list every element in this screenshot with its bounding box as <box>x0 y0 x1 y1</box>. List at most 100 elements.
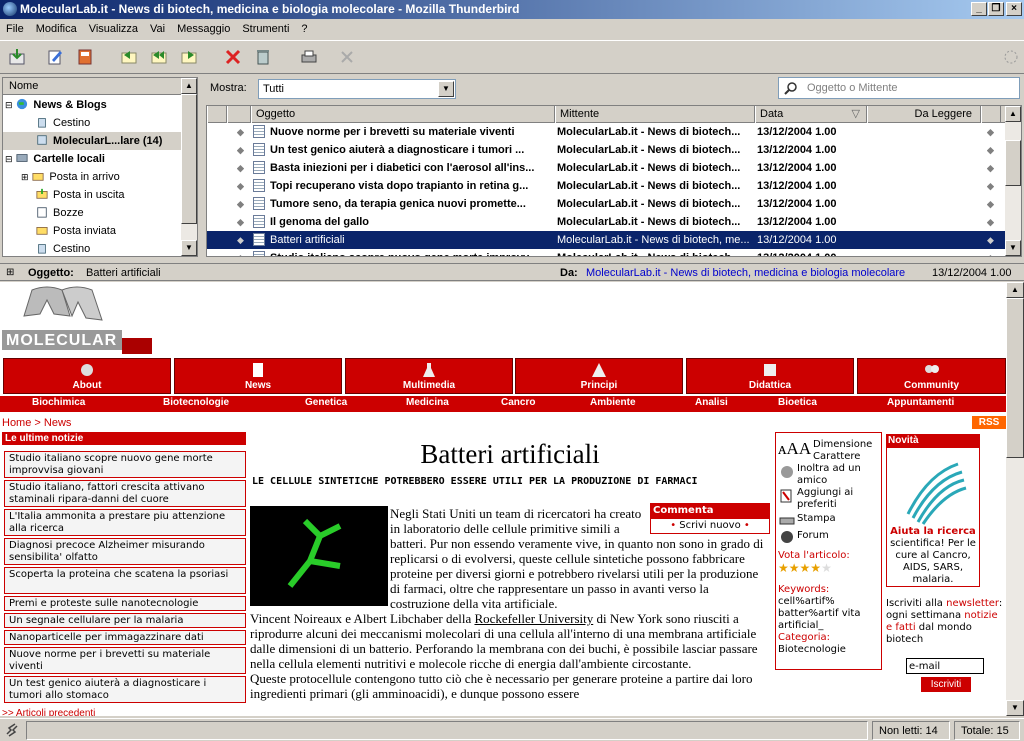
read-status-icon[interactable]: ◆ <box>237 123 244 141</box>
read-status-icon[interactable]: ◆ <box>237 249 244 256</box>
search-input[interactable]: Oggetto o Mittente <box>778 77 1020 99</box>
menu-messaggio[interactable]: Messaggio <box>171 19 236 40</box>
read-status-icon[interactable]: ◆ <box>237 159 244 177</box>
thread-row[interactable]: ◆ Topi recuperano vista dopo trapianto in… <box>207 177 1005 195</box>
cat-biochimica[interactable]: Biochimica <box>32 397 85 408</box>
latest-news-item[interactable]: Un segnale cellulare per la malaria <box>4 613 246 628</box>
thread-row[interactable]: ◆ Il genoma del gallo MolecularLab.it - Ne… <box>207 213 1005 231</box>
novita-caption[interactable]: Aiuta la ricerca <box>887 526 979 538</box>
scroll-up-button[interactable]: ▲ <box>1006 282 1024 298</box>
latest-news-item[interactable]: Studio italiano, fattori crescita attiva… <box>4 480 246 507</box>
forward-icon[interactable] <box>180 48 198 66</box>
thread-row[interactable]: ◆ Batteri artificiali MolecularLab.it - Ne… <box>207 231 1005 249</box>
cat-cancro[interactable]: Cancro <box>501 397 535 408</box>
compose-icon[interactable] <box>46 48 64 66</box>
folder-cestino-local[interactable]: Cestino <box>53 243 90 255</box>
folder-cestino-rss[interactable]: Cestino <box>53 117 90 129</box>
junk-icon[interactable] <box>254 48 272 66</box>
write-comment-link[interactable]: • Scrivi nuovo • <box>650 518 770 534</box>
menu-visualizza[interactable]: Visualizza <box>83 19 144 40</box>
folder-scrollbar[interactable]: ▲ ▼ <box>181 78 197 256</box>
nav-community[interactable]: Community <box>857 358 1006 394</box>
folder-header[interactable]: Nome <box>3 78 197 95</box>
favorites-tool[interactable]: Aggiungi ai preferiti <box>776 487 881 513</box>
folder-bozze[interactable]: Bozze <box>53 207 84 219</box>
nav-didattica[interactable]: Didattica <box>686 358 854 394</box>
view-select[interactable]: Tutti ▼ <box>258 79 456 99</box>
folder-posta-uscita[interactable]: Posta in uscita <box>53 189 125 201</box>
column-sender[interactable]: Mittente <box>555 106 755 123</box>
novita-box[interactable]: Aiuta la ricerca scientifica! Per le cur… <box>886 447 980 587</box>
thread-column-icon[interactable] <box>207 106 227 123</box>
scroll-down-button[interactable]: ▼ <box>1005 240 1021 256</box>
junk-status-icon[interactable]: ◆ <box>987 213 994 231</box>
nav-news[interactable]: News <box>174 358 342 394</box>
folder-molecularlab[interactable]: MolecularL...lare (14) <box>53 135 162 147</box>
menu-file[interactable]: File <box>0 19 30 40</box>
junk-status-icon[interactable]: ◆ <box>987 123 994 141</box>
reply-icon[interactable] <box>120 48 138 66</box>
cat-bioetica[interactable]: Bioetica <box>778 397 817 408</box>
rating-stars[interactable]: ★★★★★ <box>776 562 881 584</box>
read-status-icon[interactable]: ◆ <box>237 231 244 249</box>
latest-news-item[interactable]: Scoperta la proteina che scatena la psor… <box>4 567 246 594</box>
previous-articles-link[interactable]: >> Articoli precedenti <box>2 708 95 716</box>
latest-news-item[interactable]: L'Italia ammonita a prestare piu attenzi… <box>4 509 246 536</box>
reply-all-icon[interactable] <box>150 48 168 66</box>
thread-row[interactable]: ◆ Un test genico aiuterà a diagnosticare … <box>207 141 1005 159</box>
menu-modifica[interactable]: Modifica <box>30 19 83 40</box>
breadcrumb-home[interactable]: Home <box>2 417 31 429</box>
junk-status-icon[interactable]: ◆ <box>987 159 994 177</box>
forum-tool[interactable]: Forum <box>776 530 881 550</box>
cat-ambiente[interactable]: Ambiente <box>590 397 636 408</box>
latest-news-item[interactable]: Nuove norme per i brevetti su materiale … <box>4 647 246 674</box>
scroll-down-button[interactable]: ▼ <box>1006 700 1024 716</box>
latest-news-item[interactable]: Diagnosi precoce Alzheimer misurando sen… <box>4 538 246 565</box>
folder-cartelle-locali[interactable]: Cartelle locali <box>33 153 105 165</box>
scroll-up-button[interactable]: ▲ <box>1005 106 1021 122</box>
scroll-thumb[interactable] <box>1006 298 1024 458</box>
nav-multimedia[interactable]: Multimedia <box>345 358 513 394</box>
font-size-tool[interactable]: ᴀAA Dimensione Carattere <box>776 437 881 463</box>
junk-status-icon[interactable]: ◆ <box>987 231 994 249</box>
folder-posta-arrivo[interactable]: Posta in arrivo <box>49 171 119 183</box>
breadcrumb-current[interactable]: News <box>44 417 72 429</box>
menu-help[interactable]: ? <box>295 19 313 40</box>
thread-row[interactable]: ◆ Nuove norme per i brevetti su materiale… <box>207 123 1005 141</box>
latest-news-item[interactable]: Studio italiano scopre nuovo gene morte … <box>4 451 246 478</box>
thread-row[interactable]: ◆ Basta iniezioni per i diabetici con l'a… <box>207 159 1005 177</box>
newsletter-link[interactable]: newsletter <box>946 598 999 609</box>
nav-about[interactable]: About <box>3 358 171 394</box>
email-input[interactable] <box>906 658 984 674</box>
star-icon[interactable]: ★ <box>800 561 811 575</box>
read-status-icon[interactable]: ◆ <box>237 213 244 231</box>
category-value[interactable]: Biotecnologie <box>776 644 881 656</box>
column-date[interactable]: Data ▽ <box>755 106 867 123</box>
thread-row[interactable]: ◆Studio italiano scopre nuovo gene morte… <box>207 249 1005 256</box>
cat-biotecnologie[interactable]: Biotecnologie <box>163 397 229 408</box>
star-icon[interactable]: ★ <box>778 561 789 575</box>
cat-appuntamenti[interactable]: Appuntamenti <box>887 397 954 408</box>
scroll-thumb[interactable] <box>1005 140 1021 186</box>
menu-strumenti[interactable]: Strumenti <box>236 19 295 40</box>
cat-medicina[interactable]: Medicina <box>406 397 449 408</box>
latest-news-item[interactable]: Premi e proteste sulle nanotecnologie <box>4 596 246 611</box>
close-window-button[interactable]: × <box>1006 2 1022 16</box>
minimize-button[interactable]: _ <box>971 2 987 16</box>
latest-news-item[interactable]: Un test genico aiuterà a diagnosticare i… <box>4 676 246 703</box>
junk-status-icon[interactable]: ◆ <box>987 195 994 213</box>
junk-status-column-icon[interactable] <box>981 106 1001 123</box>
site-logo[interactable]: MOLECULAR LAB <box>2 286 154 367</box>
expand-header-icon[interactable]: ⊞ <box>6 264 14 282</box>
thread-scrollbar[interactable]: ▲ ▼ <box>1005 106 1021 256</box>
content-scrollbar[interactable]: ▲ ▼ <box>1006 282 1024 716</box>
address-book-icon[interactable] <box>76 48 94 66</box>
maximize-button[interactable]: ❐ <box>988 2 1004 16</box>
read-status-icon[interactable]: ◆ <box>237 141 244 159</box>
read-status-icon[interactable]: ◆ <box>237 195 244 213</box>
scroll-down-button[interactable]: ▼ <box>181 240 197 256</box>
column-subject[interactable]: Oggetto <box>251 106 555 123</box>
folder-posta-inviata[interactable]: Posta inviata <box>53 225 116 237</box>
junk-status-icon[interactable]: ◆ <box>987 141 994 159</box>
invite-tool[interactable]: Inoltra ad un amico <box>776 463 881 487</box>
